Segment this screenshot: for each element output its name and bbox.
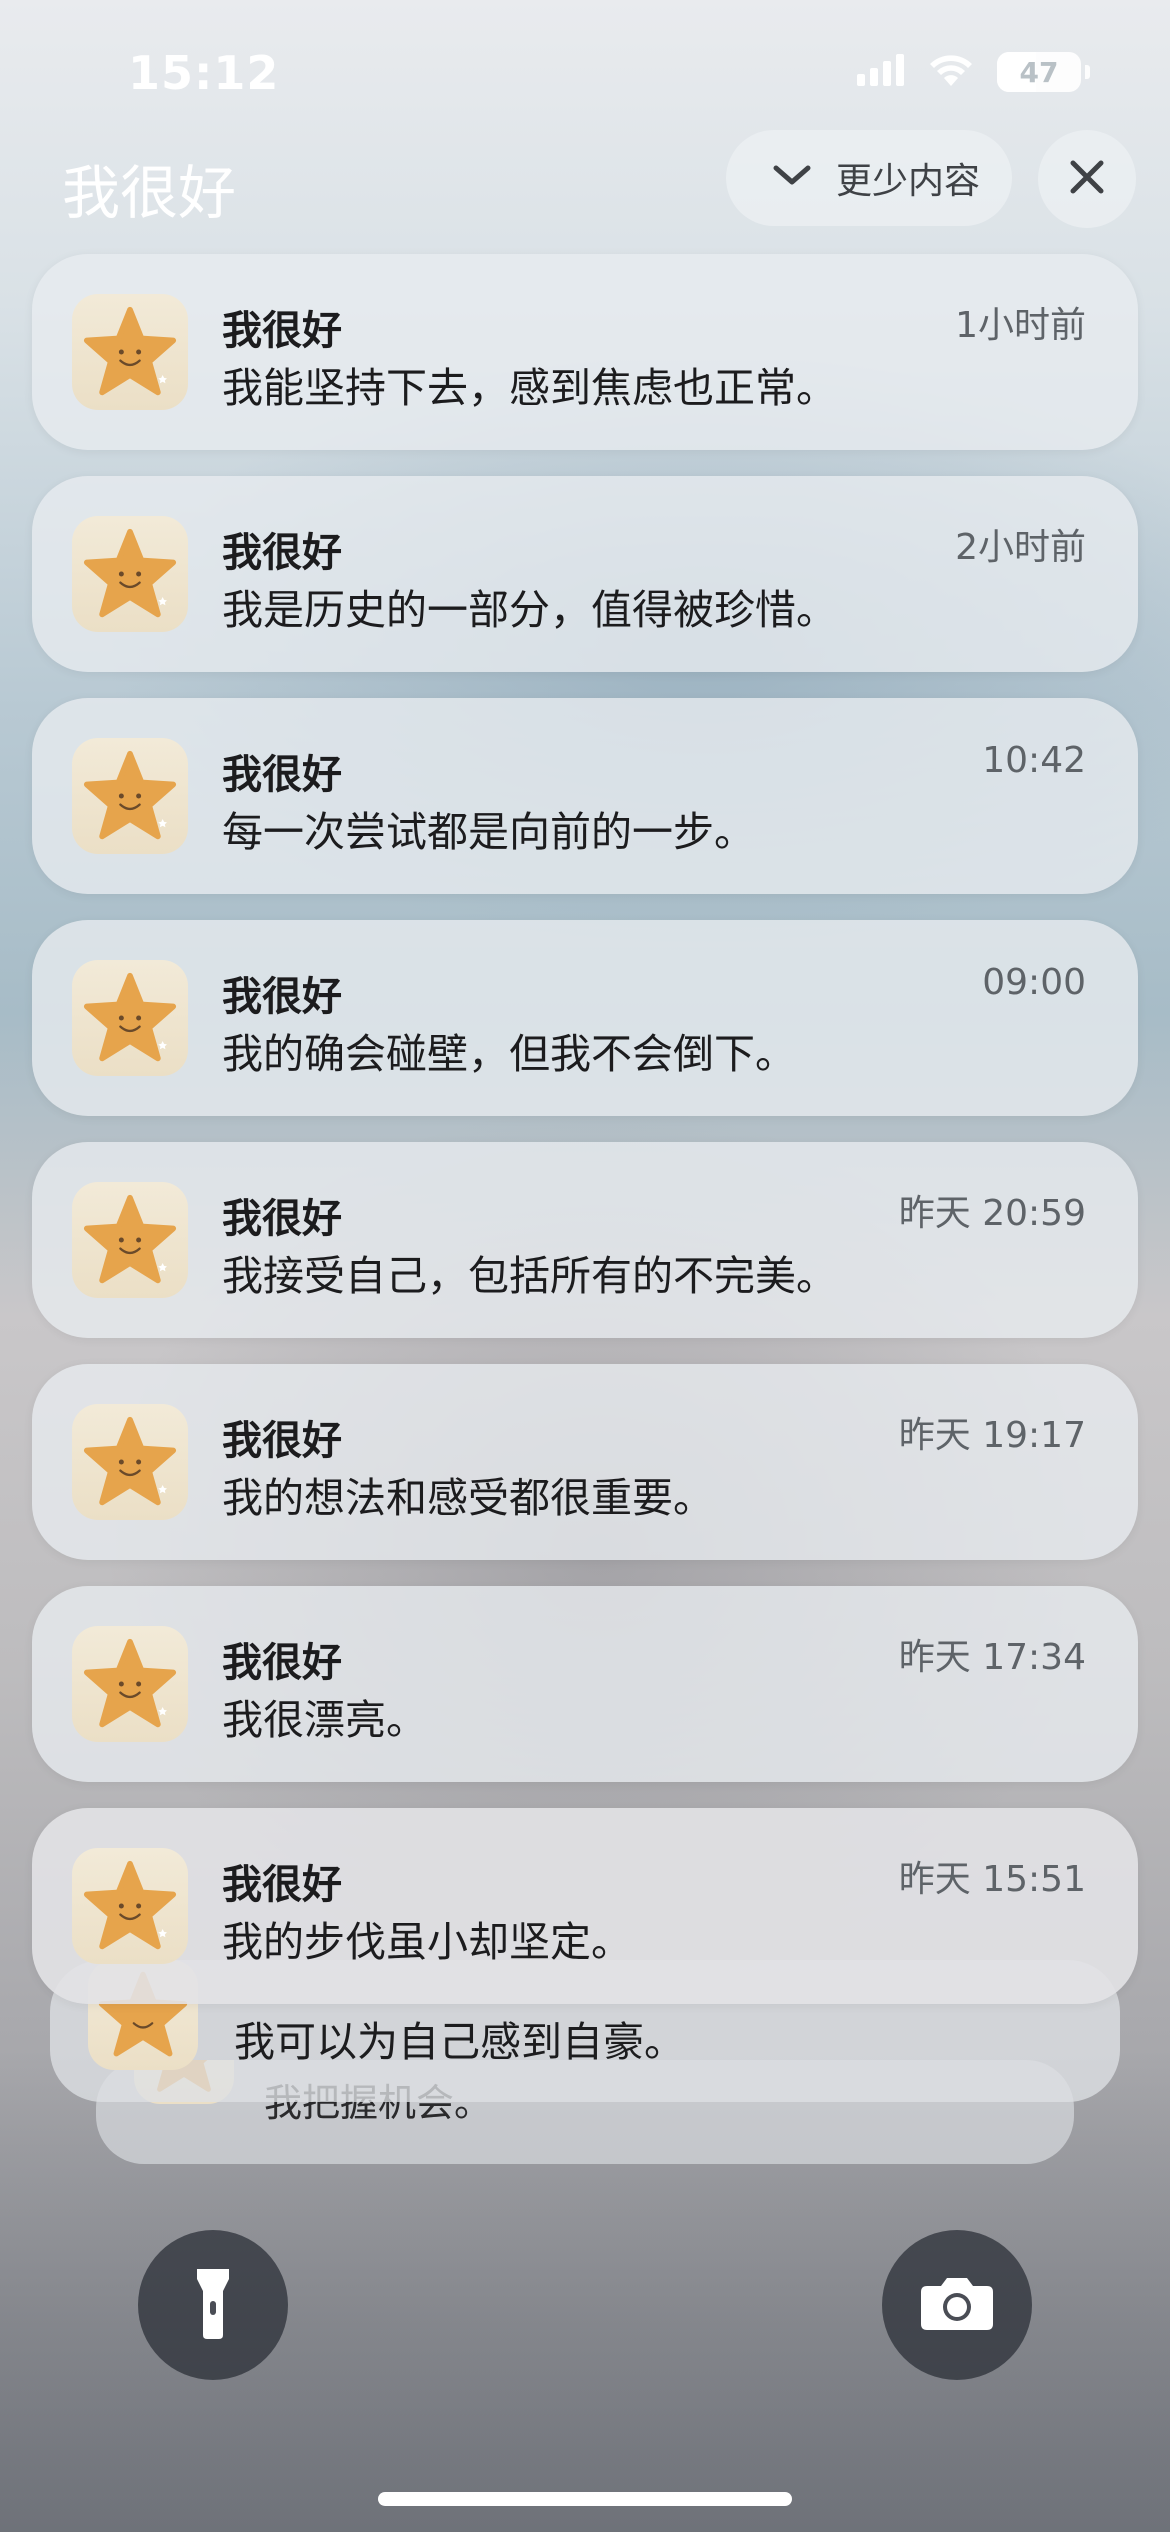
cellular-signal-icon [857,54,905,90]
status-time: 15:12 [128,46,280,100]
camera-icon [919,2274,995,2336]
notification-card[interactable]: 我很好 2小时前 我是历史的一部分，值得被珍惜。 [32,476,1138,672]
notification-time: 昨天 15:51 [898,1859,1086,1900]
wifi-icon [927,52,975,92]
close-icon [1069,159,1105,199]
notification-body: 我接受自己，包括所有的不完美。 [222,1252,837,1300]
notification-card[interactable]: 我很好 昨天 15:51 我的步伐虽小却坚定。 [32,1808,1138,2004]
battery-level: 47 [1019,55,1059,89]
notification-time: 昨天 19:17 [898,1415,1086,1456]
show-less-label: 更少内容 [836,161,981,202]
status-icons: 47 [857,52,1090,92]
app-icon [72,1848,188,1964]
notification-body: 我的想法和感受都很重要。 [222,1474,714,1522]
notification-body: 每一次尝试都是向前的一步。 [222,808,755,856]
notification-app-name: 我很好 [222,308,342,354]
show-less-button[interactable]: 更少内容 [726,130,1012,226]
battery-cap [1085,65,1090,79]
home-indicator[interactable] [378,2492,792,2506]
notification-body: 我可以为自己感到自豪。 [234,2018,685,2066]
notification-card[interactable]: 我很好 昨天 20:59 我接受自己，包括所有的不完美。 [32,1142,1138,1338]
notification-time: 2小时前 [955,527,1086,568]
app-icon [72,960,188,1076]
notification-body: 我的步伐虽小却坚定。 [222,1918,632,1966]
app-icon [72,1404,188,1520]
notification-card[interactable]: 我很好 10:42 每一次尝试都是向前的一步。 [32,698,1138,894]
app-icon [72,294,188,410]
star-face-icon [83,1638,177,1728]
notification-time: 1小时前 [955,305,1086,346]
notification-time: 昨天 17:34 [898,1637,1086,1678]
notification-body: 我能坚持下去，感到焦虑也正常。 [222,364,837,412]
app-icon [72,1626,188,1742]
star-face-icon [83,528,177,618]
notification-time: 10:42 [982,740,1086,781]
camera-button[interactable] [882,2230,1032,2380]
chevron-down-icon [772,164,812,192]
clear-notifications-button[interactable] [1038,130,1136,228]
notification-card[interactable]: 我很好 09:00 我的确会碰壁，但我不会倒下。 [32,920,1138,1116]
star-face-icon [83,1860,177,1950]
star-face-icon [83,750,177,840]
star-face-icon [83,306,177,396]
notification-card[interactable]: 我很好 昨天 17:34 我很漂亮。 [32,1586,1138,1782]
notification-body: 我很漂亮。 [222,1696,427,1744]
star-face-icon [83,1194,177,1284]
app-icon [72,516,188,632]
notification-app-name: 我很好 [222,1640,342,1686]
notification-time: 昨天 20:59 [898,1193,1086,1234]
app-icon [72,738,188,854]
notification-body: 我是历史的一部分，值得被珍惜。 [222,586,837,634]
notification-app-name: 我很好 [222,752,342,798]
flashlight-button[interactable] [138,2230,288,2380]
notification-app-name: 我很好 [222,1418,342,1464]
star-face-icon [83,972,177,1062]
notification-card[interactable]: 我很好 1小时前 我能坚持下去，感到焦虑也正常。 [32,254,1138,450]
notification-time: 09:00 [982,962,1086,1003]
notification-app-name: 我很好 [222,530,342,576]
notification-app-name: 我很好 [222,974,342,1020]
battery-icon: 47 [997,52,1081,92]
notification-card[interactable]: 我很好 昨天 19:17 我的想法和感受都很重要。 [32,1364,1138,1560]
star-face-icon [83,1416,177,1506]
app-icon [72,1182,188,1298]
notification-body: 我的确会碰壁，但我不会倒下。 [222,1030,796,1078]
flashlight-icon [193,2265,233,2345]
notification-app-name: 我很好 [222,1196,342,1242]
group-title: 我很好 [62,159,237,227]
notification-app-name: 我很好 [222,1862,342,1908]
